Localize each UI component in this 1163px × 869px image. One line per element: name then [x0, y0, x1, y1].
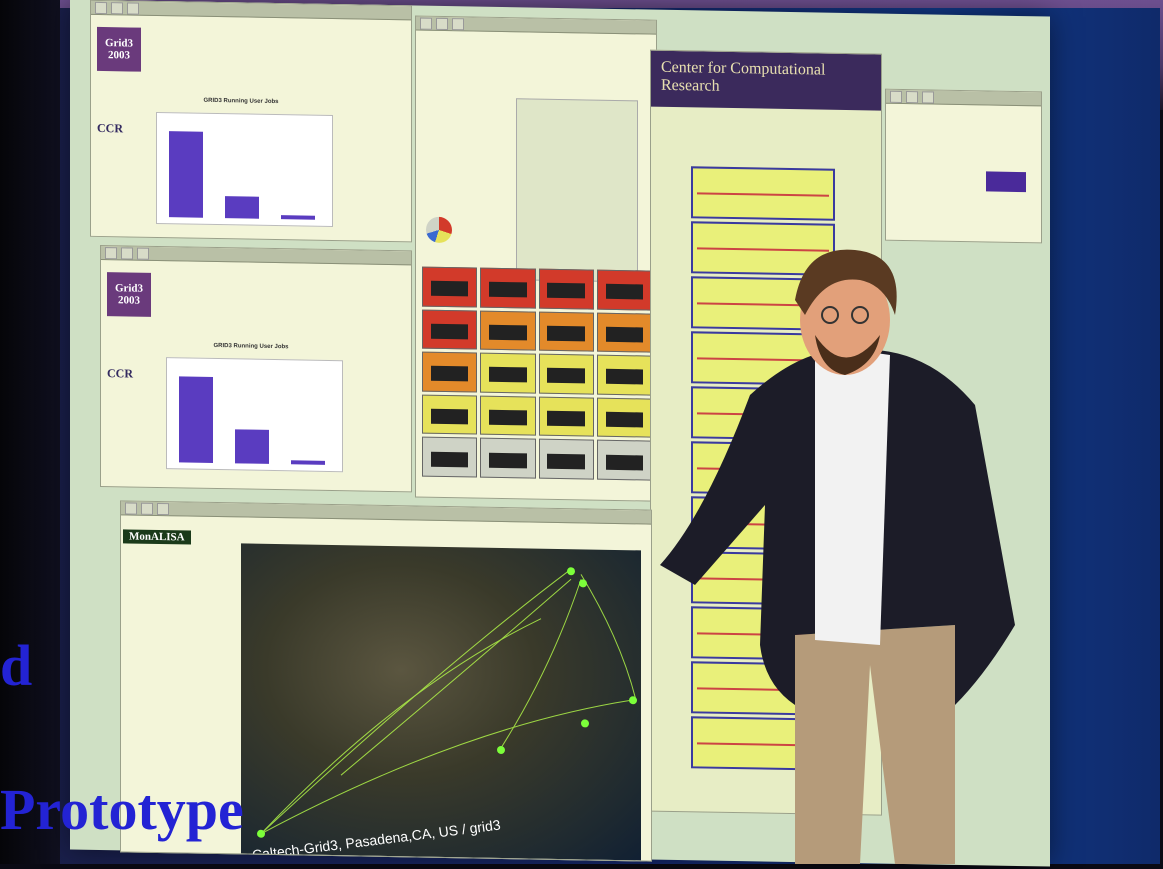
node-tile [538, 353, 594, 395]
bar [225, 196, 259, 219]
window-titlebar [121, 501, 651, 525]
grid3-logo: Grid3 2003 [97, 26, 141, 72]
node-tile [480, 310, 536, 351]
network-links [260, 568, 637, 835]
left-shadow [0, 0, 60, 864]
node-tile [422, 309, 478, 350]
bar [291, 460, 325, 465]
map-node [579, 579, 587, 588]
window-titlebar [91, 0, 411, 21]
status-block [986, 171, 1026, 193]
map-node [567, 567, 575, 576]
map-node [497, 745, 505, 755]
bar [281, 215, 315, 220]
overlay-prototype: Prototype [0, 777, 244, 842]
panel-grid3-jobs-top: Grid3 2003 CCR GRID3 Running User Jobs [90, 0, 412, 243]
graph-strip [691, 166, 835, 221]
node-tile [480, 437, 536, 479]
jobs-bar-chart [156, 111, 333, 228]
node-tile [596, 397, 652, 438]
map-node [257, 829, 265, 838]
grid3-logo: Grid3 2003 [107, 272, 151, 317]
pie-chart [426, 216, 452, 244]
window-titlebar [416, 16, 656, 35]
node-tile [596, 269, 652, 311]
node-tile [538, 439, 594, 480]
panel-cluster-monitor [415, 15, 657, 502]
node-tile-grid [422, 266, 652, 481]
window-titlebar [886, 89, 1041, 107]
overlay-letter-d: d [0, 633, 33, 698]
ccr-logo: CCR [107, 366, 133, 381]
node-tile [596, 354, 652, 396]
node-tile [422, 394, 478, 435]
load-graphs [516, 98, 638, 283]
ccr-header: Center for Computational Research [651, 50, 881, 111]
bar [235, 429, 269, 464]
map-node [581, 719, 589, 728]
node-tile [422, 266, 478, 308]
ccr-logo: CCR [97, 120, 123, 136]
jobs-bar-chart [166, 357, 343, 473]
node-tile [538, 268, 594, 310]
node-tile [538, 311, 594, 352]
panel-grid3-jobs-bottom: Grid3 2003 CCR GRID3 Running User Jobs [100, 244, 412, 493]
node-tile [538, 396, 594, 437]
monalisa-title: MonALISA [123, 529, 191, 545]
presenter [660, 249, 1015, 864]
node-tile [596, 312, 652, 353]
node-tile [480, 267, 536, 309]
grid-map: Caltech-Grid3, Pasadena,CA, US / grid3 [241, 543, 641, 862]
node-tile [480, 352, 536, 394]
chart-title: GRID3 Running User Jobs [203, 97, 279, 106]
node-tile [596, 440, 652, 481]
node-tile [422, 351, 478, 393]
bar [179, 376, 213, 463]
bar [169, 131, 203, 218]
panel-right-monitor [885, 88, 1042, 244]
node-tile [480, 395, 536, 436]
map-node [629, 696, 637, 705]
node-tile [422, 436, 478, 478]
window-titlebar [101, 245, 411, 266]
chart-title: GRID3 Running User Jobs [213, 342, 289, 351]
